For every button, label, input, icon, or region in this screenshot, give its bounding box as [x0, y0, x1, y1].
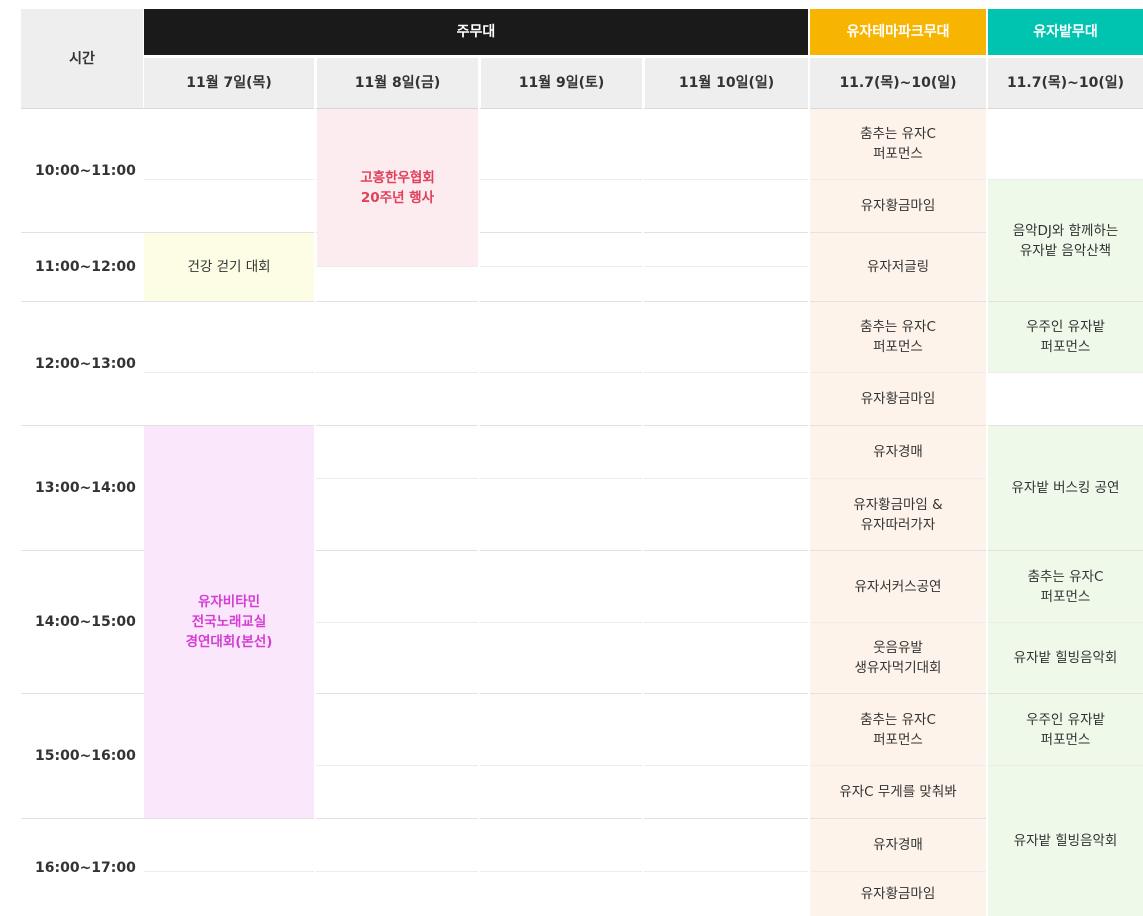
- main-stage-event-walking: 건강 걷기 대회: [144, 233, 314, 301]
- time-column-header: 시간: [21, 9, 143, 108]
- day-header-nov10: 11월 10일(일): [645, 58, 808, 108]
- time-slot-label: 12:00~13:00: [35, 355, 136, 372]
- theme-stage-event: 유자경매: [810, 819, 986, 871]
- theme-stage-header: 유자테마파크무대: [810, 9, 986, 55]
- theme-stage-event: 유자경매: [810, 426, 986, 478]
- theme-stage-event: 춤추는 유자C 퍼포먼스: [810, 109, 986, 179]
- theme-stage-event: 유자황금마임 & 유자따러가자: [810, 479, 986, 550]
- column-divider: [478, 55, 480, 916]
- main-stage-header: 주무대: [144, 9, 808, 55]
- field-stage-event: 춤추는 유자C 퍼포먼스: [988, 551, 1143, 622]
- theme-stage-event: 유자황금마임: [810, 373, 986, 425]
- theme-stage-event: 유자C 무게를 맞춰봐: [810, 766, 986, 818]
- field-stage-event: 우주인 유자밭 퍼포먼스: [988, 302, 1143, 372]
- column-divider: [808, 55, 810, 916]
- field-stage-event: 유자밭 버스킹 공연: [988, 426, 1143, 550]
- field-stage-event: 유자밭 힐빙음악회: [988, 623, 1143, 693]
- column-divider: [642, 55, 644, 916]
- field-stage-header: 유자밭무대: [988, 9, 1143, 55]
- day-header-nov8: 11월 8일(금): [317, 58, 478, 108]
- main-stage-event-vitamin: 유자비타민 전국노래교실 경연대회(본선): [144, 426, 314, 818]
- column-divider: [986, 55, 988, 916]
- theme-stage-event: 유자저글링: [810, 233, 986, 301]
- time-slot-label: 10:00~11:00: [35, 162, 136, 179]
- column-divider: [314, 55, 316, 916]
- field-stage-event: 우주인 유자밭 퍼포먼스: [988, 694, 1143, 765]
- theme-stage-date-range: 11.7(목)~10(일): [810, 58, 986, 108]
- time-slot-label: 13:00~14:00: [35, 480, 136, 496]
- theme-stage-event: 춤추는 유자C 퍼포먼스: [810, 302, 986, 372]
- theme-stage-event: 유자서커스공연: [810, 551, 986, 622]
- day-header-nov9: 11월 9일(토): [481, 58, 642, 108]
- theme-stage-event: 춤추는 유자C 퍼포먼스: [810, 694, 986, 765]
- theme-stage-event: 유자황금마임: [810, 872, 986, 916]
- theme-stage-event: 웃음유발 생유자먹기대회: [810, 623, 986, 693]
- time-slot-label: 14:00~15:00: [35, 614, 136, 630]
- field-stage-event: 유자밭 힐빙음악회: [988, 766, 1143, 916]
- field-stage-date-range: 11.7(목)~10(일): [988, 58, 1143, 108]
- time-slot-label: 15:00~16:00: [35, 748, 136, 764]
- time-slot-label: 11:00~12:00: [35, 259, 136, 275]
- field-stage-event: 음악DJ와 함께하는 유자밭 음악산책: [988, 180, 1143, 301]
- day-header-nov7: 11월 7일(목): [144, 58, 314, 108]
- time-slot-label: 16:00~17:00: [35, 859, 136, 876]
- theme-stage-event: 유자황금마임: [810, 180, 986, 232]
- main-stage-event-hanwoo: 고흥한우협회 20주년 행사: [317, 109, 478, 266]
